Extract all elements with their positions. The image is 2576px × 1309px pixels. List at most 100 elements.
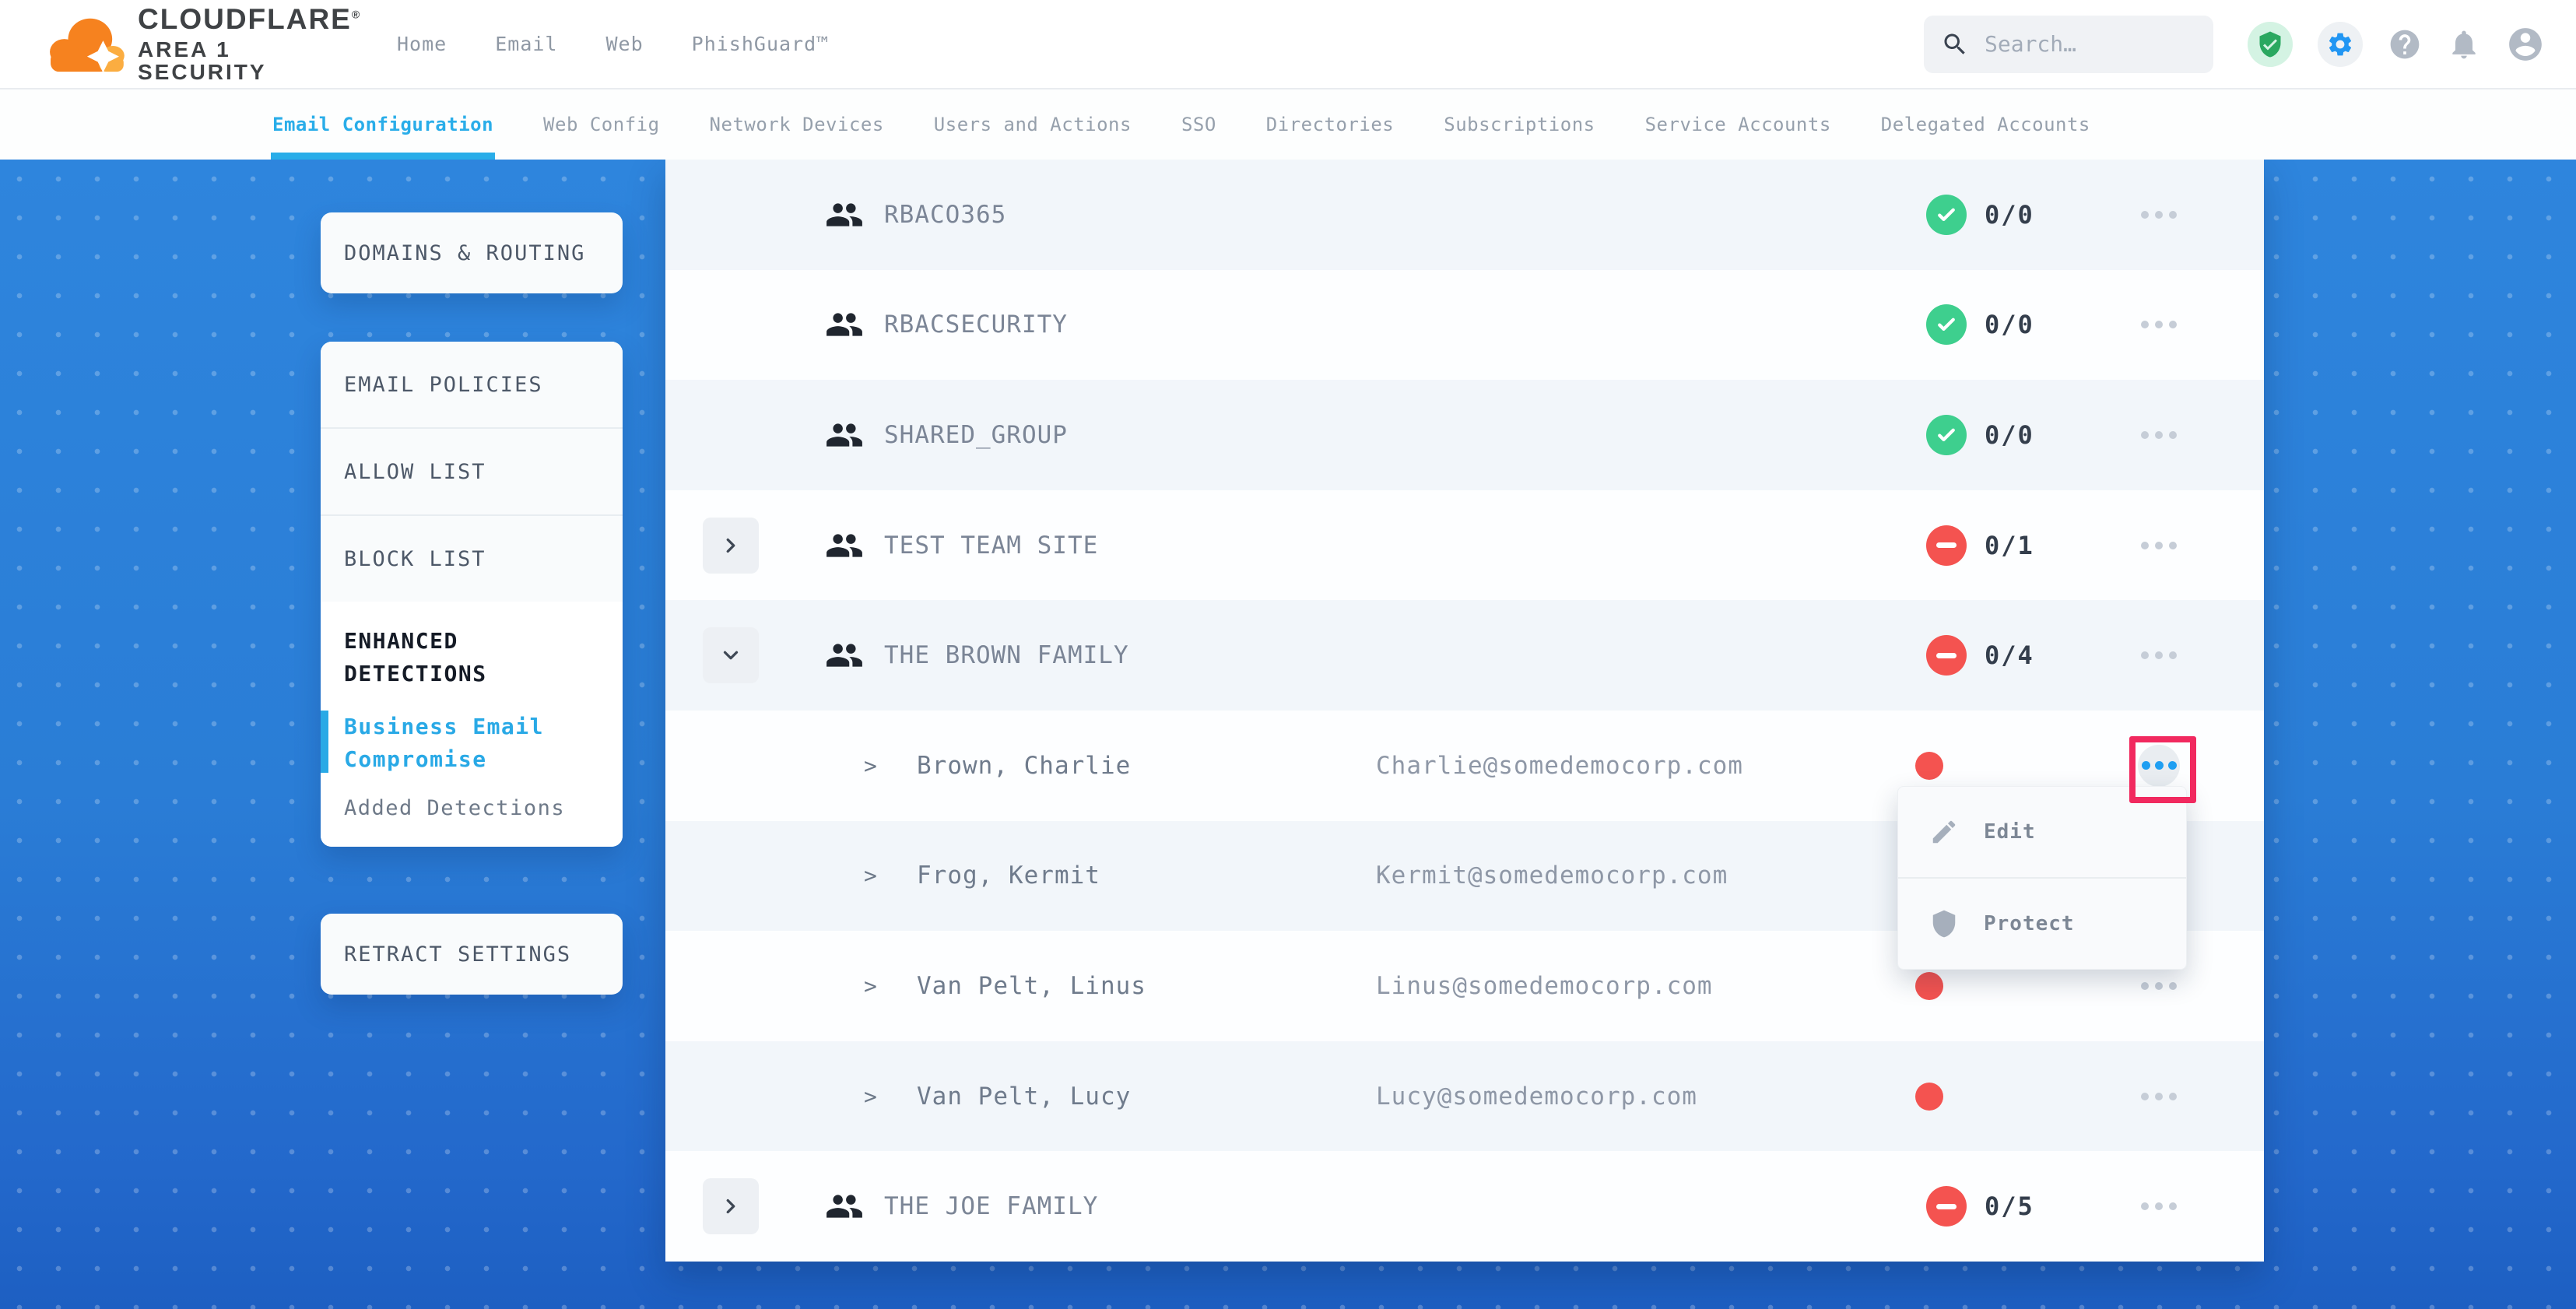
member-email: Lucy@somedemocorp.com	[1376, 1083, 1697, 1111]
sidebar-item-enhanced-detections[interactable]: ENHANCED DETECTIONS	[344, 625, 599, 690]
notifications-bell-icon[interactable]	[2447, 27, 2481, 61]
ellipsis-menu-button[interactable]	[2129, 1176, 2189, 1237]
people-icon	[825, 1187, 864, 1226]
ellipsis-menu-button[interactable]	[2129, 405, 2189, 465]
area1-security-app: CLOUDFLARE® AREA 1 SECURITY Home Email Web…	[0, 0, 2576, 1309]
shield-check-icon[interactable]	[2248, 22, 2293, 67]
ellipsis-menu-button[interactable]	[2129, 1066, 2189, 1127]
group-name: THE JOE FAMILY	[884, 1192, 1098, 1220]
menu-item-protect[interactable]: Protect	[1898, 879, 2186, 969]
cloudflare-logo[interactable]: CLOUDFLARE® AREA 1 SECURITY	[43, 5, 354, 84]
row-context-menu: Edit Protect	[1897, 786, 2187, 970]
protection-count: 0/1	[1985, 531, 2034, 560]
member-chevron-icon: >	[864, 1083, 877, 1109]
member-email: Linus@somedemocorp.com	[1376, 972, 1713, 1000]
group-name: THE BROWN FAMILY	[884, 641, 1129, 669]
group-row: RBACO365 0/0	[665, 160, 2264, 270]
pencil-icon	[1929, 817, 1959, 847]
nav-item-email[interactable]: Email	[495, 33, 557, 55]
nav-item-home[interactable]: Home	[397, 33, 447, 55]
group-name: RBACO365	[884, 201, 1006, 229]
tab-delegated-accounts[interactable]: Delegated Accounts	[1881, 89, 2090, 160]
status-ok-icon	[1926, 195, 1967, 235]
status-blocked-icon	[1926, 1186, 1967, 1227]
tab-sso[interactable]: SSO	[1181, 89, 1216, 160]
ellipsis-menu-button[interactable]	[2129, 184, 2189, 245]
status-ok-icon	[1926, 304, 1967, 345]
chevron-right-icon	[719, 1195, 742, 1218]
tab-directories[interactable]: Directories	[1266, 89, 1394, 160]
cloudflare-cloud-icon	[43, 12, 127, 77]
sidebar-item-business-email-compromise[interactable]: Business Email Compromise	[344, 711, 599, 776]
expander-button[interactable]	[703, 518, 759, 574]
sidebar-item-added-detections[interactable]: Added Detections	[344, 796, 599, 820]
member-chevron-icon: >	[864, 863, 877, 889]
group-row: RBACSECURITY0/0	[665, 270, 2264, 381]
member-name: Brown, Charlie	[917, 752, 1131, 780]
brand-name: CLOUDFLARE®	[138, 5, 361, 35]
sidebar-item-block-list[interactable]: BLOCK LIST	[321, 516, 623, 602]
expander-button[interactable]	[703, 627, 759, 683]
people-icon	[825, 526, 864, 565]
content-area: DOMAINS & ROUTING EMAIL POLICIES ALLOW L…	[0, 160, 2576, 1309]
tab-network-devices[interactable]: Network Devices	[710, 89, 884, 160]
status-blocked-icon	[1926, 525, 1967, 566]
help-icon[interactable]	[2388, 27, 2422, 61]
nav-item-web[interactable]: Web	[605, 33, 643, 55]
expander-button[interactable]	[703, 1178, 759, 1234]
top-nav: Home Email Web PhishGuard™	[397, 33, 829, 55]
protection-count: 0/5	[1985, 1191, 2034, 1221]
sidebar-item-label: Business Email Compromise	[344, 714, 544, 772]
tab-web-config[interactable]: Web Config	[543, 89, 660, 160]
registered-mark: ®	[352, 8, 361, 20]
member-name: Van Pelt, Linus	[917, 972, 1146, 1000]
people-icon	[825, 416, 864, 454]
member-email: Charlie@somedemocorp.com	[1376, 752, 1743, 780]
group-row: TEST TEAM SITE0/1	[665, 490, 2264, 601]
status-blocked-icon	[1926, 635, 1967, 676]
search-icon	[1941, 30, 1969, 58]
menu-item-label: Protect	[1984, 912, 2075, 935]
people-icon	[825, 305, 864, 344]
chevron-down-icon	[719, 644, 742, 667]
search-bar[interactable]	[1924, 16, 2213, 73]
group-row: SHARED_GROUP0/0	[665, 380, 2264, 490]
shield-icon	[1929, 909, 1959, 939]
sidebar-item-email-policies[interactable]: EMAIL POLICIES	[321, 342, 623, 427]
settings-gear-icon[interactable]	[2318, 22, 2363, 67]
sidebar-item-label: DOMAINS & ROUTING	[344, 241, 585, 265]
sidebar-card-domains-routing[interactable]: DOMAINS & ROUTING	[321, 212, 623, 293]
brand-subtitle: AREA 1 SECURITY	[138, 38, 361, 84]
chevron-right-icon	[719, 534, 742, 557]
tab-subscriptions[interactable]: Subscriptions	[1444, 89, 1595, 160]
member-chevron-icon: >	[864, 753, 877, 778]
protection-count: 0/0	[1985, 200, 2034, 230]
member-name: Van Pelt, Lucy	[917, 1083, 1131, 1111]
group-table: RBACO3650/0RBACSECURITY0/0SHARED_GROUP0/…	[665, 160, 2264, 1262]
people-icon	[825, 636, 864, 675]
sidebar-item-label: RETRACT SETTINGS	[344, 942, 571, 967]
tab-service-accounts[interactable]: Service Accounts	[1645, 89, 1831, 160]
member-row: > Van Pelt, Lucy Lucy@somedemocorp.com	[665, 1041, 2264, 1152]
protection-count: 0/0	[1985, 310, 2034, 339]
search-input[interactable]	[1983, 30, 2196, 58]
ellipsis-menu-button[interactable]	[2129, 515, 2189, 576]
member-email: Kermit@somedemocorp.com	[1376, 862, 1728, 890]
nav-item-phishguard[interactable]: PhishGuard™	[692, 33, 830, 55]
top-header: CLOUDFLARE® AREA 1 SECURITY Home Email Web…	[0, 0, 2576, 89]
user-avatar-icon[interactable]	[2506, 25, 2545, 64]
tab-users-and-actions[interactable]: Users and Actions	[934, 89, 1132, 160]
status-unprotected-dot	[1915, 972, 1943, 1000]
brand-text: CLOUDFLARE® AREA 1 SECURITY	[138, 5, 361, 84]
sidebar-card-retract-settings[interactable]: RETRACT SETTINGS	[321, 914, 623, 995]
member-chevron-icon: >	[864, 973, 877, 998]
menu-item-label: Edit	[1984, 820, 2036, 844]
click-target-highlight	[2129, 736, 2196, 803]
status-unprotected-dot	[1915, 752, 1943, 780]
ellipsis-menu-button[interactable]	[2129, 625, 2189, 686]
member-name: Frog, Kermit	[917, 862, 1100, 890]
protection-count: 0/0	[1985, 420, 2034, 450]
tab-email-configuration[interactable]: Email Configuration	[272, 89, 493, 160]
sidebar-item-allow-list[interactable]: ALLOW LIST	[321, 429, 623, 514]
ellipsis-menu-button[interactable]	[2129, 294, 2189, 355]
